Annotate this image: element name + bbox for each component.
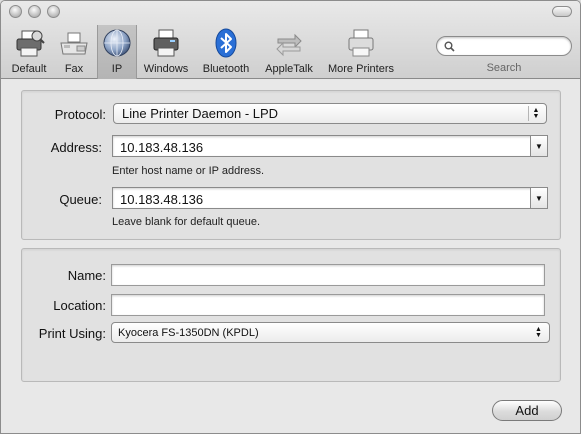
- queue-combo[interactable]: ▼: [112, 187, 548, 209]
- bluetooth-icon: [215, 28, 237, 58]
- close-window-button[interactable]: [9, 5, 22, 18]
- toolbar-item-fax[interactable]: Fax: [57, 25, 91, 79]
- zoom-window-button[interactable]: [47, 5, 60, 18]
- ip-globe-icon: [103, 29, 131, 57]
- add-printer-window: Default Fax IP Windows Bluetooth AppleTa…: [0, 0, 581, 434]
- queue-input[interactable]: [118, 191, 522, 207]
- windows-printer-icon: [153, 29, 179, 57]
- toolbar-item-label: Windows: [143, 63, 189, 75]
- toolbar-item-ip[interactable]: IP: [97, 25, 137, 79]
- fax-icon: [60, 32, 88, 55]
- chevron-down-icon: ▼: [535, 141, 543, 151]
- print-using-label: Print Using:: [38, 326, 106, 341]
- search-input[interactable]: [459, 39, 565, 53]
- toolbar-item-label: Bluetooth: [202, 63, 250, 75]
- location-input[interactable]: [116, 298, 540, 314]
- connection-settings-group: Protocol: Line Printer Daemon - LPD ▲ ▼ A…: [21, 90, 561, 240]
- name-input[interactable]: [116, 268, 540, 284]
- protocol-label: Protocol:: [54, 107, 106, 122]
- toolbar-item-default[interactable]: Default: [7, 25, 51, 79]
- print-using-value: Kyocera FS-1350DN (KPDL): [118, 326, 259, 339]
- address-label: Address:: [50, 140, 102, 155]
- toolbar-item-label: IP: [111, 63, 123, 75]
- protocol-popup[interactable]: Line Printer Daemon - LPD ▲ ▼: [113, 103, 547, 124]
- toolbar-item-bluetooth[interactable]: Bluetooth: [199, 25, 253, 79]
- address-dropdown-button[interactable]: ▼: [530, 136, 547, 156]
- toolbar-item-more-printers[interactable]: More Printers: [324, 25, 398, 79]
- location-field[interactable]: [111, 294, 545, 316]
- minimize-window-button[interactable]: [28, 5, 41, 18]
- default-printer-icon: [16, 30, 45, 57]
- window-controls: [9, 5, 60, 18]
- toolbar-toggle-button[interactable]: [552, 6, 572, 17]
- toolbar-item-windows[interactable]: Windows: [141, 25, 191, 79]
- appletalk-icon: [276, 33, 302, 57]
- more-printers-icon: [348, 29, 374, 57]
- popup-arrows-icon: ▲ ▼: [528, 106, 543, 121]
- protocol-value: Line Printer Daemon - LPD: [122, 106, 279, 121]
- toolbar-item-label: Default: [11, 63, 47, 75]
- printer-info-group: Name: Location: Print Using: Kyocera FS-…: [21, 248, 561, 382]
- toolbar-item-label: More Printers: [327, 63, 395, 75]
- magnifier-icon: [444, 41, 455, 52]
- popup-arrows-icon: ▲ ▼: [535, 325, 542, 339]
- toolbar-item-appletalk[interactable]: AppleTalk: [260, 25, 318, 79]
- name-label: Name:: [67, 268, 106, 283]
- add-button[interactable]: Add: [492, 400, 562, 421]
- toolbar-item-label: Fax: [64, 63, 84, 75]
- name-field[interactable]: [111, 264, 545, 286]
- toolbar: Default Fax IP Windows Bluetooth AppleTa…: [1, 1, 580, 79]
- address-combo[interactable]: ▼: [112, 135, 548, 157]
- queue-dropdown-button[interactable]: ▼: [530, 188, 547, 208]
- location-label: Location:: [53, 298, 106, 313]
- address-hint: Enter host name or IP address.: [112, 165, 265, 177]
- search-field[interactable]: [436, 36, 572, 56]
- search-area: Search: [436, 36, 572, 74]
- queue-hint: Leave blank for default queue.: [112, 216, 261, 228]
- address-input[interactable]: [118, 139, 522, 155]
- queue-label: Queue:: [59, 192, 102, 207]
- print-using-popup[interactable]: Kyocera FS-1350DN (KPDL) ▲ ▼: [111, 322, 550, 343]
- chevron-down-icon: ▼: [535, 193, 543, 203]
- search-label: Search: [486, 62, 522, 74]
- toolbar-item-label: AppleTalk: [265, 63, 313, 75]
